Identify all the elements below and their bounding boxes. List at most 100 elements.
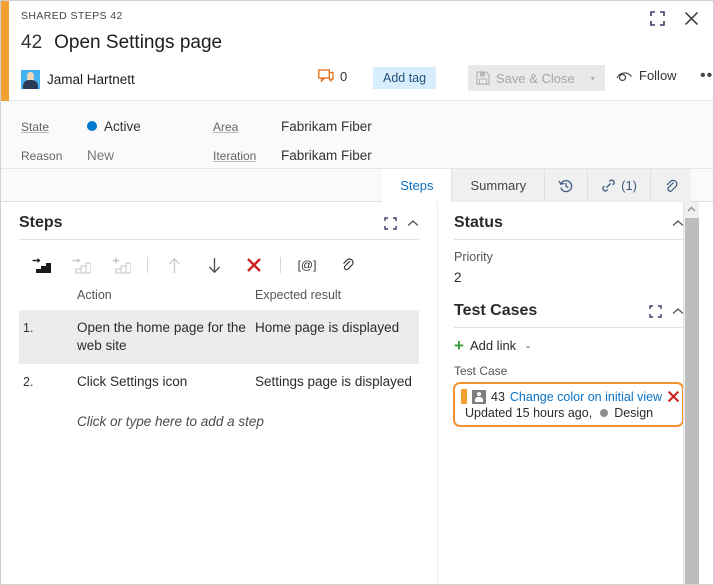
maximize-icon[interactable]	[384, 216, 397, 230]
steps-section-title: Steps	[19, 214, 63, 231]
follow-button[interactable]: Follow	[616, 68, 677, 83]
step-expected-result[interactable]: Settings page is displayed	[255, 373, 419, 391]
area-field: Area Fabrikam Fiber	[213, 119, 372, 134]
tab-links[interactable]: (1)	[587, 169, 650, 202]
test-case-icon	[472, 389, 486, 404]
steps-pane: Steps [@] Action Expected result 1. Open…	[1, 202, 437, 584]
attachment-icon	[664, 178, 678, 194]
reason-value[interactable]: New	[87, 148, 114, 163]
work-item-header: SHARED STEPS 42 42 Open Settings page Ja…	[1, 1, 713, 101]
iteration-value[interactable]: Fabrikam Fiber	[281, 148, 372, 163]
work-item-type-accent-bar	[1, 1, 9, 101]
toolbar-divider	[147, 257, 148, 273]
toolbar-divider	[280, 257, 281, 273]
maximize-icon[interactable]	[645, 7, 669, 29]
delete-step-icon[interactable]	[234, 252, 274, 278]
state-field: State Active	[21, 119, 141, 134]
test-case-state: Design	[614, 406, 654, 420]
work-item-type-bar	[461, 389, 467, 404]
link-icon	[601, 178, 616, 193]
history-icon	[558, 178, 574, 194]
work-item-window: SHARED STEPS 42 42 Open Settings page Ja…	[0, 0, 714, 585]
test-case-column-header: Test Case	[454, 364, 508, 378]
insert-parameter-icon	[101, 252, 141, 278]
col-action: Action	[77, 288, 112, 302]
steps-toolbar: [@]	[21, 252, 367, 278]
move-up-icon	[154, 252, 194, 278]
work-item-type-breadcrumb: SHARED STEPS 42	[21, 10, 123, 22]
table-row[interactable]: 2. Click Settings icon Settings page is …	[19, 364, 419, 400]
work-item-body: Steps [@] Action Expected result 1. Open…	[1, 202, 713, 584]
work-item-id: 42	[21, 32, 43, 53]
tab-bar: Steps Summary (1)	[1, 169, 713, 202]
save-and-close-button[interactable]: Save & Close ▾	[468, 65, 605, 91]
area-label: Area	[213, 120, 239, 134]
state-dot-icon	[600, 409, 609, 417]
test-case-link-card[interactable]: 43 Change color on initial view Updated …	[453, 382, 684, 427]
step-action[interactable]: Open the home page for the web site	[55, 319, 255, 355]
step-number: 2.	[23, 375, 34, 389]
close-icon[interactable]	[679, 7, 703, 29]
add-tag-button[interactable]: Add tag	[373, 67, 437, 89]
follow-label: Follow	[639, 68, 677, 83]
tab-history[interactable]	[544, 169, 588, 202]
chevron-down-icon[interactable]: ▾	[581, 74, 601, 83]
chevron-up-icon[interactable]	[407, 219, 419, 228]
reason-label: Reason	[21, 149, 63, 163]
add-link-label: Add link	[469, 338, 517, 353]
work-item-fields: State Active Reason New Area Fabrikam Fi…	[1, 101, 713, 169]
chevron-down-icon[interactable]: ⌄	[524, 340, 532, 351]
maximize-icon[interactable]	[649, 304, 662, 318]
tab-summary[interactable]: Summary	[451, 169, 545, 202]
more-actions-button[interactable]: •••	[700, 68, 713, 84]
details-vertical-scrollbar[interactable]	[683, 202, 699, 584]
move-down-icon[interactable]	[194, 252, 234, 278]
at-mention-icon[interactable]: [@]	[287, 252, 327, 278]
col-expected-result: Expected result	[255, 288, 342, 302]
status-section-header: Status	[454, 214, 684, 240]
insert-shared-step-icon	[61, 252, 101, 278]
step-number: 1.	[23, 321, 34, 335]
step-expected-result[interactable]: Home page is displayed	[255, 319, 419, 355]
state-dot-icon	[87, 121, 97, 131]
page-title: 42 Open Settings page	[21, 32, 222, 54]
discussion-count-value: 0	[340, 69, 348, 84]
scroll-up-arrow-icon[interactable]	[684, 202, 699, 217]
comment-icon	[318, 69, 334, 84]
tab-attachments[interactable]	[650, 169, 691, 202]
test-cases-section-title: Test Cases	[454, 302, 538, 319]
state-label: State	[21, 120, 50, 134]
eye-icon	[616, 70, 633, 82]
insert-step-icon[interactable]	[21, 252, 61, 278]
add-link-button[interactable]: + Add link ⌄	[454, 335, 532, 355]
header-toolbar: Jamal Hartnett 0 Add tag Save & Close ▾ …	[21, 65, 713, 93]
reason-field: Reason New	[21, 148, 114, 163]
iteration-label: Iteration	[213, 149, 257, 163]
add-step-row[interactable]: Click or type here to add a step	[19, 400, 419, 429]
vscroll-thumb[interactable]	[685, 218, 699, 584]
attachment-icon[interactable]	[327, 252, 367, 278]
step-action[interactable]: Click Settings icon	[55, 373, 255, 391]
steps-table: Action Expected result 1. Open the home …	[19, 288, 419, 429]
add-step-placeholder[interactable]: Click or type here to add a step	[19, 414, 264, 429]
steps-section-header: Steps	[19, 214, 419, 240]
steps-table-header: Action Expected result	[19, 288, 419, 310]
priority-value[interactable]: 2	[454, 270, 462, 285]
test-cases-section-header: Test Cases	[454, 302, 684, 328]
test-case-updated-meta: Updated 15 hours ago,	[465, 406, 593, 420]
remove-x-icon[interactable]	[667, 390, 682, 403]
test-case-id: 43	[491, 389, 505, 404]
discussion-count-button[interactable]: 0	[318, 69, 347, 84]
save-disk-icon	[476, 71, 490, 85]
tab-steps[interactable]: Steps	[382, 169, 452, 202]
status-section-title: Status	[454, 214, 503, 231]
work-item-title[interactable]: Open Settings page	[54, 32, 222, 54]
assigned-to-field[interactable]: Jamal Hartnett	[21, 69, 135, 89]
area-value[interactable]: Fabrikam Fiber	[281, 119, 372, 134]
iteration-field: Iteration Fabrikam Fiber	[213, 148, 372, 163]
plus-icon: +	[454, 335, 464, 355]
priority-label: Priority	[454, 250, 493, 264]
table-row[interactable]: 1. Open the home page for the web site H…	[19, 310, 419, 364]
test-case-title-link[interactable]: Change color on initial view	[510, 390, 662, 404]
state-value[interactable]: Active	[87, 119, 141, 134]
